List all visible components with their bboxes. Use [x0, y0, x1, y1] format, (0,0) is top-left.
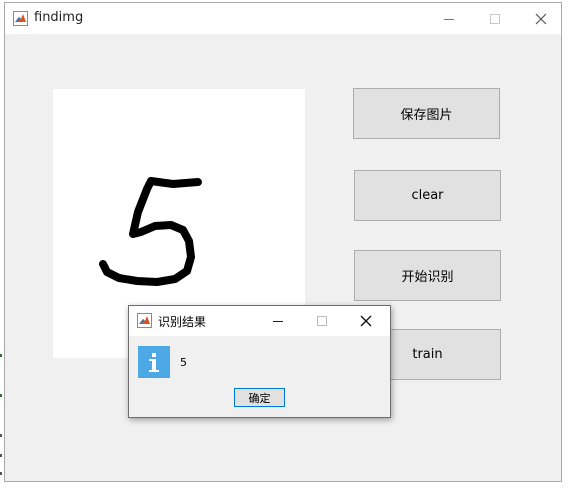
minimize-icon — [273, 321, 283, 322]
clear-button[interactable]: clear — [354, 170, 501, 221]
matlab-icon — [13, 11, 28, 26]
result-dialog: 识别结果 5 确定 — [128, 305, 391, 418]
dialog-close-button[interactable] — [344, 306, 388, 336]
dialog-title: 识别结果 — [158, 315, 207, 329]
maximize-icon — [490, 13, 500, 24]
minimize-button[interactable] — [426, 3, 472, 34]
dialog-title-bar: 识别结果 — [129, 306, 390, 336]
matlab-icon — [137, 313, 152, 328]
ok-button[interactable]: 确定 — [234, 388, 285, 407]
result-message: 5 — [180, 356, 187, 369]
maximize-icon — [317, 316, 327, 326]
close-icon — [535, 13, 547, 24]
maximize-button[interactable] — [472, 3, 518, 34]
minimize-icon — [444, 18, 454, 20]
window-title: findimg — [34, 10, 84, 25]
close-button[interactable] — [518, 3, 564, 34]
dialog-minimize-button[interactable] — [256, 306, 300, 336]
save-image-button[interactable]: 保存图片 — [353, 88, 500, 139]
title-bar: findimg — [5, 3, 561, 34]
start-recognition-button[interactable]: 开始识别 — [354, 250, 501, 301]
info-icon — [138, 346, 170, 378]
dialog-maximize-button[interactable] — [300, 306, 344, 336]
close-icon — [360, 315, 372, 327]
